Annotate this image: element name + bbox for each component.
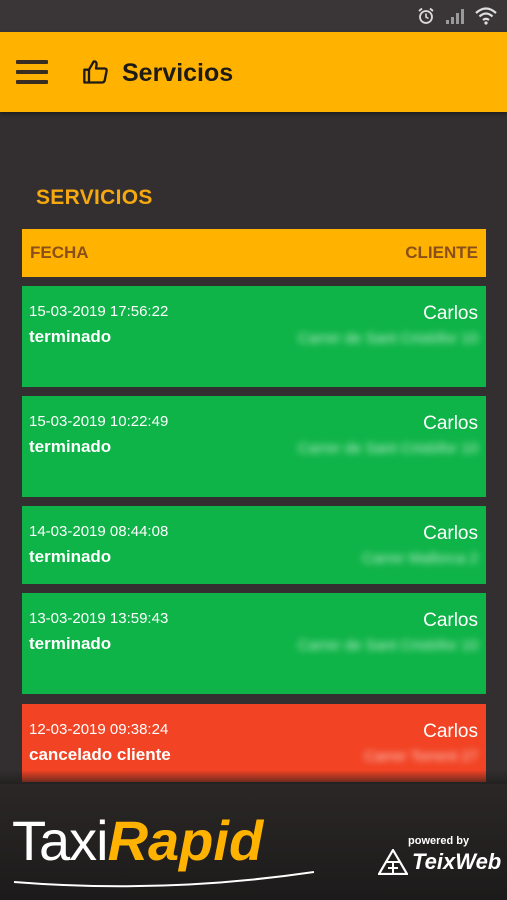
page-title: Servicios (122, 59, 234, 87)
service-address: Carrer de Sant Cristòfor 10 (297, 330, 478, 347)
service-address: Carrer de Sant Cristòfor 10 (297, 637, 478, 654)
service-status: terminado (29, 327, 112, 346)
service-status: cancelado cliente (29, 745, 171, 764)
logo-rapid-text: Rapid (107, 809, 264, 872)
service-row[interactable]: 15-03-2019 17:56:22 terminado Carlos Car… (22, 286, 486, 387)
wifi-icon (475, 7, 497, 25)
service-address: Carrer Mallorca 2 (362, 550, 478, 567)
service-date: 14-03-2019 08:44:08 (29, 523, 169, 540)
logo-swoosh (14, 871, 314, 888)
teixweb-text: TeixWeb (412, 849, 502, 874)
service-address: Carrer de Sant Cristòfor 10 (297, 440, 478, 457)
logo-taxi-text: Taxi (12, 809, 109, 872)
column-header-client: CLIENTE (405, 243, 478, 262)
service-client: Carlos (423, 413, 478, 434)
service-date: 15-03-2019 17:56:22 (29, 303, 169, 320)
table-header: FECHA CLIENTE (22, 229, 486, 277)
service-status: terminado (29, 437, 112, 456)
service-row[interactable]: 14-03-2019 08:44:08 terminado Carlos Car… (22, 506, 486, 584)
service-status: terminado (29, 634, 112, 653)
powered-by-label: powered by (408, 835, 470, 847)
thumbs-up-icon (83, 60, 108, 84)
teixweb-logo: TeixWeb (378, 849, 501, 875)
teixweb-mark-icon (378, 849, 408, 875)
section-title: SERVICIOS (36, 186, 153, 209)
service-date: 15-03-2019 10:22:49 (29, 413, 169, 430)
service-client: Carlos (423, 523, 478, 544)
alarm-icon (418, 7, 434, 24)
service-client: Carlos (423, 610, 478, 631)
taxirapid-logo: TaxiRapid (12, 806, 263, 876)
service-date: 12-03-2019 09:38:24 (29, 721, 169, 738)
service-status: terminado (29, 547, 112, 566)
service-client: Carlos (423, 721, 478, 742)
service-row[interactable]: 13-03-2019 13:59:43 terminado Carlos Car… (22, 593, 486, 694)
service-client: Carlos (423, 303, 478, 324)
service-date: 13-03-2019 13:59:43 (29, 610, 169, 627)
status-bar (0, 0, 507, 32)
app-bar: Servicios (0, 32, 507, 112)
menu-icon[interactable] (16, 60, 48, 84)
service-address: Carrer Torrent 27 (364, 748, 478, 765)
service-row[interactable]: 15-03-2019 10:22:49 terminado Carlos Car… (22, 396, 486, 497)
column-header-date: FECHA (30, 243, 89, 262)
signal-icon (446, 9, 464, 24)
